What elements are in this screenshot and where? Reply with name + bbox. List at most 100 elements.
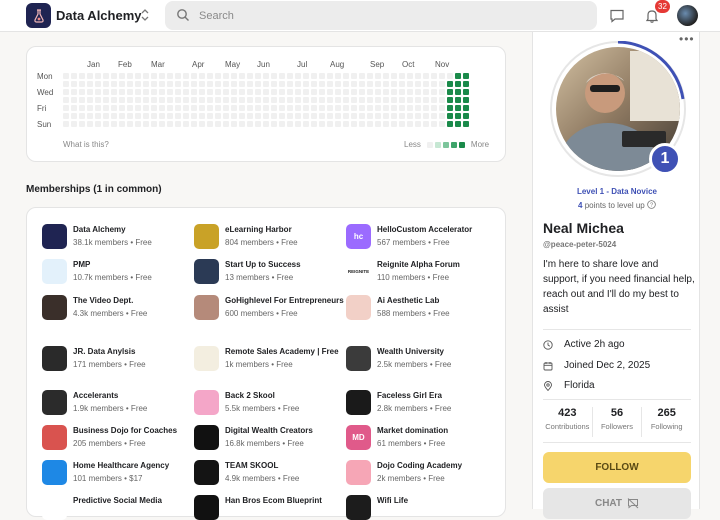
membership-item[interactable]: Start Up to Success 13 members • Free <box>194 259 344 284</box>
membership-item[interactable]: Predictive Social Media <box>42 495 192 520</box>
membership-icon <box>194 346 219 371</box>
membership-item[interactable]: Home Healthcare Agency 101 members • $17 <box>42 460 192 485</box>
activity-cell <box>255 81 261 87</box>
activity-cell <box>383 105 389 111</box>
membership-item[interactable]: Han Bros Ecom Blueprint <box>194 495 344 520</box>
month-label: Jul <box>297 60 308 69</box>
activity-cell <box>135 89 141 95</box>
activity-cell <box>311 113 317 119</box>
activity-cell <box>263 113 269 119</box>
membership-item[interactable]: Faceless Girl Era 2.8k members • Free <box>346 390 496 415</box>
activity-cell <box>383 81 389 87</box>
activity-cell <box>375 89 381 95</box>
activity-cell <box>183 81 189 87</box>
activity-cell <box>359 121 365 127</box>
membership-item[interactable]: GoHighlevel For Entrepreneurs 600 members… <box>194 295 344 320</box>
activity-cell <box>87 81 93 87</box>
activity-cell <box>463 97 469 103</box>
active-status: Active 2h ago <box>543 339 625 350</box>
membership-item[interactable]: Back 2 Skool 5.5k members • Free <box>194 390 344 415</box>
activity-cell <box>343 121 349 127</box>
membership-item[interactable]: REIGNITE Reignite Alpha Forum 110 members … <box>346 259 496 284</box>
activity-cell <box>367 121 373 127</box>
activity-cell <box>71 73 77 79</box>
activity-cell <box>119 113 125 119</box>
activity-cell <box>335 121 341 127</box>
activity-cell <box>407 121 413 127</box>
activity-cell <box>103 113 109 119</box>
chat-icon[interactable] <box>609 9 625 23</box>
activity-cell <box>71 105 77 111</box>
membership-item[interactable]: JR. Data Anylsis 171 members • Free <box>42 346 192 371</box>
activity-cell <box>407 113 413 119</box>
search-bar[interactable] <box>165 1 597 30</box>
membership-item[interactable]: eLearning Harbor 804 members • Free <box>194 224 344 249</box>
activity-cell <box>183 105 189 111</box>
membership-item[interactable]: Business Dojo for Coaches 205 members • F… <box>42 425 192 450</box>
activity-cell <box>327 113 333 119</box>
stat-following[interactable]: 265 Following <box>642 407 691 437</box>
community-logo[interactable] <box>26 3 51 28</box>
activity-cell <box>255 105 261 111</box>
membership-item[interactable]: TEAM SKOOL 4.9k members • Free <box>194 460 344 485</box>
activity-cell <box>207 105 213 111</box>
membership-icon-text: hc <box>353 232 364 241</box>
activity-cell <box>271 97 277 103</box>
avatar[interactable] <box>677 5 698 26</box>
membership-item[interactable]: The Video Dept. 4.3k members • Free <box>42 295 192 320</box>
stat-contributions[interactable]: 423 Contributions <box>543 407 593 437</box>
membership-item[interactable]: Wealth University 2.5k members • Free <box>346 346 496 371</box>
follow-button[interactable]: FOLLOW <box>543 452 691 483</box>
activity-cell <box>231 121 237 127</box>
activity-cell <box>63 113 69 119</box>
activity-cell <box>399 97 405 103</box>
activity-cell <box>391 97 397 103</box>
activity-cell <box>223 81 229 87</box>
activity-cell <box>343 113 349 119</box>
activity-cell <box>447 81 453 87</box>
legend-swatch <box>426 141 433 148</box>
activity-cell <box>271 89 277 95</box>
activity-cell <box>167 81 173 87</box>
activity-cell <box>223 73 229 79</box>
activity-cell <box>327 81 333 87</box>
what-is-this-link[interactable]: What is this? <box>63 140 109 149</box>
activity-cell <box>271 81 277 87</box>
activity-cell <box>447 105 453 111</box>
activity-cell <box>207 97 213 103</box>
level-label[interactable]: Level 1 - Data Novice <box>533 187 701 196</box>
membership-item[interactable]: Dojo Coding Academy 2k members • Free <box>346 460 496 485</box>
month-label: Feb <box>118 60 132 69</box>
activity-cell <box>279 81 285 87</box>
flask-icon <box>33 8 44 23</box>
activity-cell <box>359 97 365 103</box>
membership-item[interactable]: PMP 10.7k members • Free <box>42 259 192 284</box>
membership-item[interactable]: MD Market domination 61 members • Free <box>346 425 496 450</box>
activity-cell <box>439 89 445 95</box>
chat-button[interactable]: CHAT <box>543 488 691 519</box>
membership-item[interactable]: Data Alchemy 38.1k members • Free <box>42 224 192 249</box>
community-name[interactable]: Data Alchemy <box>56 8 142 23</box>
membership-item[interactable]: Digital Wealth Creators 16.8k members • F… <box>194 425 344 450</box>
activity-cell <box>135 73 141 79</box>
search-input[interactable] <box>199 7 579 25</box>
membership-item[interactable]: Ai Aesthetic Lab 588 members • Free <box>346 295 496 320</box>
activity-cell <box>431 73 437 79</box>
stat-label: Followers <box>600 422 634 431</box>
activity-cell <box>295 113 301 119</box>
activity-cell <box>431 81 437 87</box>
stat-value: 423 <box>558 407 577 419</box>
membership-icon <box>194 224 219 249</box>
chevron-updown-icon[interactable] <box>139 7 151 24</box>
activity-cell <box>135 97 141 103</box>
stat-followers[interactable]: 56 Followers <box>593 407 643 437</box>
membership-item[interactable]: Accelerants 1.9k members • Free <box>42 390 192 415</box>
membership-icon <box>194 460 219 485</box>
activity-cell <box>247 113 253 119</box>
membership-item[interactable]: Remote Sales Academy | Free 1k members • … <box>194 346 344 371</box>
membership-item[interactable]: hc HelloCustom Accelerator 567 members • F… <box>346 224 496 249</box>
membership-item[interactable]: Wifi Life <box>346 495 496 520</box>
activity-cell <box>167 105 173 111</box>
help-icon[interactable]: ? <box>647 200 656 209</box>
membership-name: Accelerants <box>73 391 119 400</box>
